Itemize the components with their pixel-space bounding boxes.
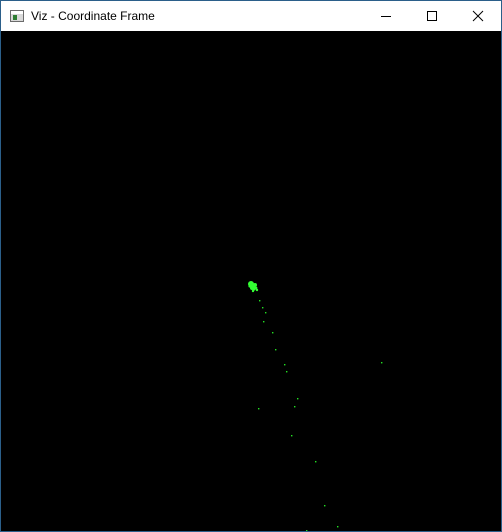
point — [306, 530, 308, 531]
point — [263, 321, 265, 323]
point — [315, 461, 317, 463]
render-viewport[interactable] — [1, 31, 501, 531]
point — [275, 349, 277, 351]
point — [297, 398, 299, 400]
point — [381, 362, 383, 364]
point-cluster — [248, 284, 252, 288]
point-cloud — [248, 281, 383, 531]
point — [294, 406, 296, 408]
point — [284, 364, 286, 366]
point-cluster — [255, 288, 259, 292]
point — [324, 505, 326, 507]
maximize-icon — [427, 11, 437, 21]
point — [272, 332, 274, 334]
window-title: Viz - Coordinate Frame — [31, 9, 155, 23]
point — [286, 371, 288, 373]
window-app-icon — [10, 10, 24, 22]
maximize-button[interactable] — [409, 1, 455, 31]
title-bar[interactable]: Viz - Coordinate Frame — [1, 1, 501, 31]
point — [291, 435, 293, 437]
close-icon — [472, 10, 484, 22]
point — [259, 300, 261, 302]
close-button[interactable] — [455, 1, 501, 31]
point — [262, 307, 264, 309]
point-cloud-canvas[interactable] — [1, 31, 501, 531]
app-window: Viz - Coordinate Frame — [0, 0, 502, 532]
point-cluster — [253, 283, 257, 287]
point — [265, 312, 267, 314]
minimize-button[interactable] — [363, 1, 409, 31]
window-controls — [363, 1, 501, 31]
point-cluster — [251, 289, 255, 293]
point — [337, 526, 339, 528]
minimize-icon — [381, 16, 391, 17]
point — [258, 408, 260, 410]
